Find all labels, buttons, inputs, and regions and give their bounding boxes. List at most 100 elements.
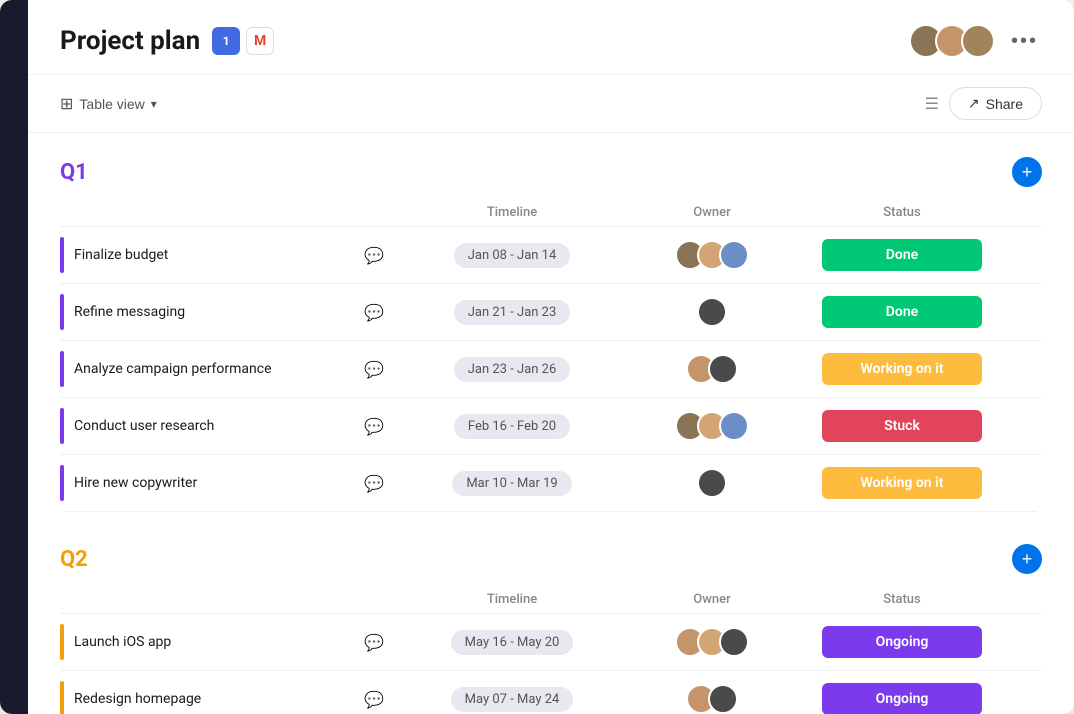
content-area: Q1 + Timeline Owner Status <box>28 133 1074 714</box>
comment-icon[interactable]: 💬 <box>364 690 384 709</box>
status-badge: Done <box>822 296 982 328</box>
table-row: Hire new copywriter 💬 Mar 10 - Mar 19 <box>60 455 1042 512</box>
header: Project plan 1 M ••• <box>28 0 1074 75</box>
task-name: Redesign homepage <box>74 691 201 707</box>
timeline-cell: Jan 08 - Jan 14 <box>402 243 622 268</box>
status-cell: Stuck <box>802 410 1002 442</box>
owner-avatars <box>697 297 727 327</box>
timeline-cell: Jan 21 - Jan 23 <box>402 300 622 325</box>
timeline-pill: Jan 23 - Jan 26 <box>454 357 571 382</box>
row-border <box>60 408 64 444</box>
table-view-button[interactable]: ⊞ Table view ▾ <box>60 94 157 114</box>
timeline-cell: Feb 16 - Feb 20 <box>402 414 622 439</box>
task-cell: Conduct user research 💬 <box>60 398 402 454</box>
task-name: Analyze campaign performance <box>74 361 272 377</box>
status-cell: Working on it <box>802 353 1002 385</box>
timeline-cell: Mar 10 - Mar 19 <box>402 471 622 496</box>
status-cell: Done <box>802 296 1002 328</box>
comment-icon[interactable]: 💬 <box>364 417 384 436</box>
sidebar <box>0 0 28 714</box>
comment-icon[interactable]: 💬 <box>364 633 384 652</box>
toolbar: ⊞ Table view ▾ ☰ ↗ Share <box>28 75 1074 133</box>
owner-avatars <box>697 468 727 498</box>
more-button[interactable]: ••• <box>1007 26 1042 57</box>
status-cell: Working on it <box>802 467 1002 499</box>
status-cell: Ongoing <box>802 683 1002 714</box>
app-container: Project plan 1 M ••• <box>0 0 1074 714</box>
owner-cell <box>622 684 802 714</box>
avatar-3 <box>961 24 995 58</box>
owner-cell <box>622 411 802 441</box>
q1-table-header: Timeline Owner Status <box>60 199 1042 227</box>
row-border <box>60 465 64 501</box>
row-border <box>60 624 64 660</box>
row-border <box>60 237 64 273</box>
integration-icons: 1 M <box>212 27 274 55</box>
filter-icon[interactable]: ☰ <box>925 94 939 113</box>
status-badge: Working on it <box>822 467 982 499</box>
q1-col-status: Status <box>802 205 1002 220</box>
timeline-cell: May 16 - May 20 <box>402 630 622 655</box>
owner-avatar <box>697 297 727 327</box>
main-content: Project plan 1 M ••• <box>28 0 1074 714</box>
integration-icon-gmail[interactable]: M <box>246 27 274 55</box>
timeline-pill: Jan 21 - Jan 23 <box>454 300 571 325</box>
owner-avatars <box>675 627 749 657</box>
q1-col-timeline: Timeline <box>402 205 622 220</box>
status-badge: Ongoing <box>822 626 982 658</box>
owner-avatar <box>719 411 749 441</box>
owner-cell <box>622 627 802 657</box>
section-q2-header: Q2 + <box>60 544 1042 574</box>
timeline-pill: May 07 - May 24 <box>451 687 574 712</box>
q1-col-task <box>60 205 402 220</box>
comment-icon[interactable]: 💬 <box>364 360 384 379</box>
integration-icon-blue[interactable]: 1 <box>212 27 240 55</box>
q1-col-extra <box>1002 205 1042 220</box>
section-q1-header: Q1 + <box>60 157 1042 187</box>
timeline-pill: Jan 08 - Jan 14 <box>454 243 571 268</box>
task-cell: Refine messaging 💬 <box>60 284 402 340</box>
page-title: Project plan <box>60 26 200 56</box>
section-q1: Q1 + Timeline Owner Status <box>60 157 1042 512</box>
owner-avatar <box>719 240 749 270</box>
status-cell: Ongoing <box>802 626 1002 658</box>
task-cell: Finalize budget 💬 <box>60 227 402 283</box>
section-q1-title: Q1 <box>60 160 88 185</box>
header-left: Project plan 1 M <box>60 26 274 56</box>
table-icon: ⊞ <box>60 94 73 114</box>
table-view-label: Table view <box>79 96 144 112</box>
q2-col-task <box>60 592 402 607</box>
add-q2-button[interactable]: + <box>1012 544 1042 574</box>
row-border <box>60 294 64 330</box>
owner-avatar <box>697 468 727 498</box>
status-badge: Done <box>822 239 982 271</box>
owner-cell <box>622 468 802 498</box>
status-cell: Done <box>802 239 1002 271</box>
q1-col-owner: Owner <box>622 205 802 220</box>
toolbar-right: ☰ ↗ Share <box>925 87 1042 120</box>
share-icon: ↗ <box>968 95 980 112</box>
owner-avatars <box>686 684 738 714</box>
q2-col-timeline: Timeline <box>402 592 622 607</box>
header-avatars <box>909 24 995 58</box>
section-q2-title: Q2 <box>60 547 88 572</box>
add-q1-button[interactable]: + <box>1012 157 1042 187</box>
comment-icon[interactable]: 💬 <box>364 474 384 493</box>
table-row: Redesign homepage 💬 May 07 - May 24 <box>60 671 1042 714</box>
timeline-pill: May 16 - May 20 <box>451 630 574 655</box>
owner-avatars <box>675 240 749 270</box>
comment-icon[interactable]: 💬 <box>364 246 384 265</box>
share-button[interactable]: ↗ Share <box>949 87 1042 120</box>
comment-icon[interactable]: 💬 <box>364 303 384 322</box>
owner-avatar <box>719 627 749 657</box>
table-row: Finalize budget 💬 Jan 08 - Jan 14 <box>60 227 1042 284</box>
task-name: Refine messaging <box>74 304 185 320</box>
owner-avatar <box>708 354 738 384</box>
task-name: Finalize budget <box>74 247 168 263</box>
timeline-cell: May 07 - May 24 <box>402 687 622 712</box>
q2-col-status: Status <box>802 592 1002 607</box>
status-badge: Stuck <box>822 410 982 442</box>
task-name: Launch iOS app <box>74 634 171 650</box>
owner-cell <box>622 297 802 327</box>
task-cell: Launch iOS app 💬 <box>60 614 402 670</box>
